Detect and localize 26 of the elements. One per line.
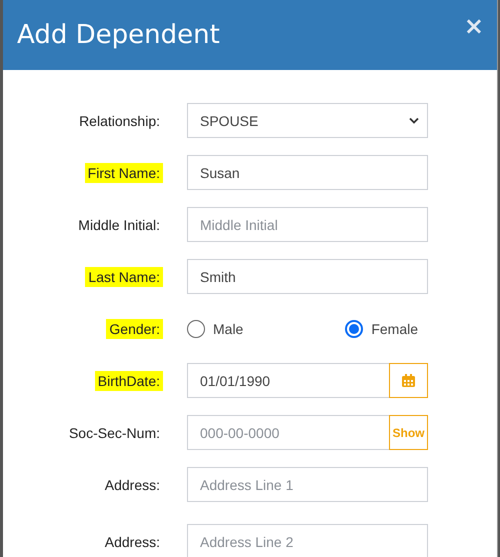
field-label: First Name: — [84, 162, 163, 182]
field-label: Soc-Sec-Num: — [68, 424, 161, 442]
field-label: Middle Initial: — [77, 216, 161, 234]
input-field[interactable]: Address Line 2 — [187, 524, 428, 557]
field-label: Relationship: — [78, 112, 161, 130]
input-field[interactable]: Smith — [187, 259, 428, 294]
field-label: Address: — [104, 532, 161, 552]
input-field[interactable]: Address Line 1 — [187, 467, 428, 502]
close-button[interactable]: × — [464, 12, 484, 40]
field-label: Address: — [104, 476, 161, 494]
calendar-icon — [402, 374, 415, 387]
relationship-select[interactable]: SPOUSE — [187, 103, 428, 138]
input-field[interactable]: Susan — [187, 155, 428, 190]
radio-button[interactable] — [345, 320, 364, 338]
input-field[interactable]: 01/01/1990 — [187, 363, 389, 398]
radio-button[interactable] — [187, 320, 205, 338]
chevron-icon — [409, 117, 419, 124]
input-field[interactable]: 000-00-0000 — [187, 415, 389, 450]
radio-label: Male — [213, 320, 244, 336]
show-button[interactable]: Show — [389, 415, 428, 450]
input-field[interactable]: Middle Initial — [187, 207, 428, 242]
field-label: Last Name: — [85, 266, 163, 286]
field-label: BirthDate: — [94, 370, 163, 390]
field-label: Gender: — [106, 318, 163, 338]
radio-label: Female — [371, 320, 418, 336]
dialog-title: Add Dependent — [17, 20, 220, 50]
